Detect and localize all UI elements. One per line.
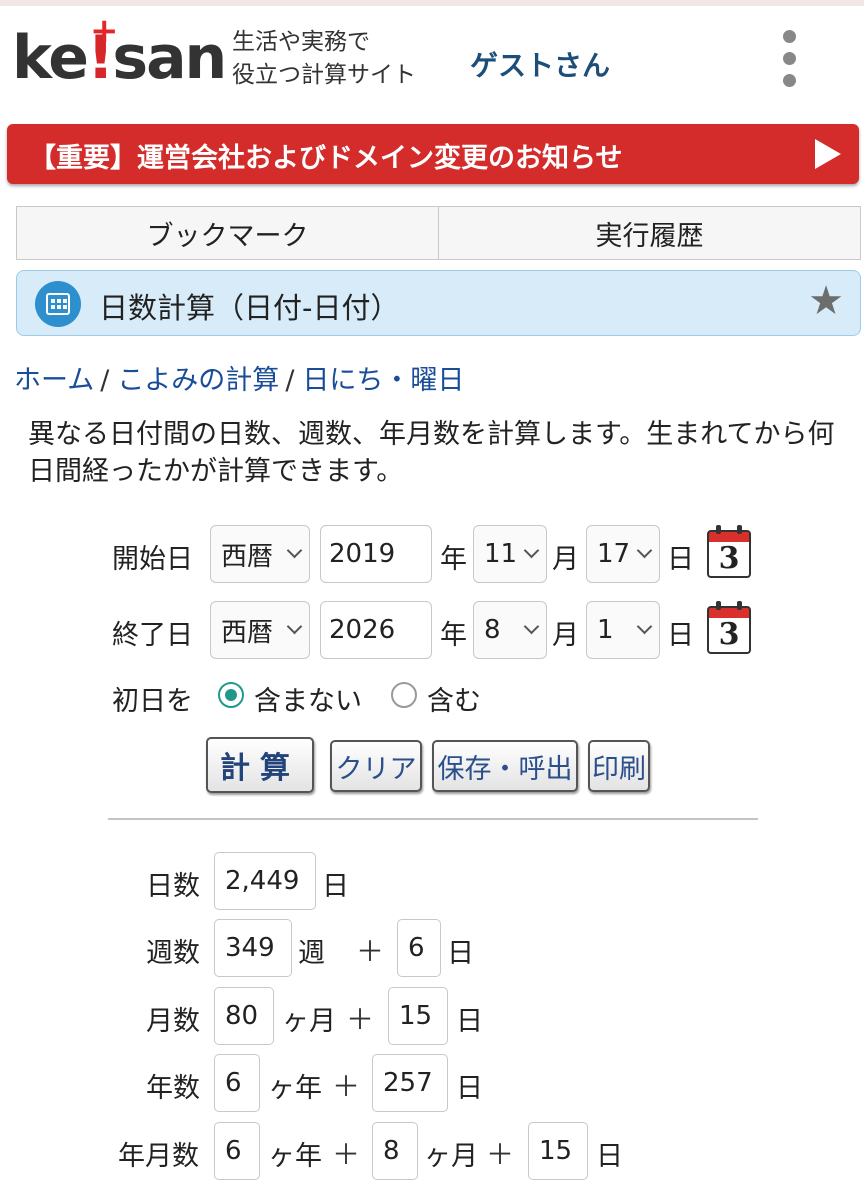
radio-include-label[interactable]: 含む bbox=[427, 679, 481, 718]
start-year-input[interactable]: 2019 bbox=[320, 525, 432, 583]
plus-sign: ＋ bbox=[356, 935, 385, 968]
description: 異なる日付間の日数、週数、年月数を計算します。生まれてから何日間経ったかが計算で… bbox=[28, 419, 835, 487]
logo-plus-mark: + bbox=[90, 11, 119, 51]
result-years-rem-unit: 日 bbox=[456, 1073, 483, 1104]
result-years-label: 年数 bbox=[146, 1073, 200, 1104]
bookmark-star-icon[interactable]: ★ bbox=[808, 279, 844, 323]
important-notice-banner[interactable]: 【重要】運営会社およびドメイン変更のお知らせ bbox=[7, 124, 859, 184]
end-calendar-picker-icon[interactable]: 3 bbox=[707, 601, 751, 655]
start-year-unit: 年 bbox=[440, 544, 467, 575]
end-date-label: 終了日 bbox=[112, 620, 193, 651]
end-day-unit: 日 bbox=[667, 620, 694, 651]
save-load-button[interactable]: 保存・呼出 bbox=[432, 740, 578, 792]
result-days-unit: 日 bbox=[322, 871, 349, 902]
breadcrumb-home[interactable]: ホーム bbox=[14, 365, 94, 396]
calculator-title-bar: 日数計算（日付-日付） ★ bbox=[16, 270, 861, 336]
end-month-select[interactable]: 8 bbox=[473, 601, 547, 659]
plus-sign: ＋ bbox=[346, 1003, 375, 1036]
first-day-label: 初日を bbox=[112, 686, 193, 717]
result-ym-years: 6 bbox=[214, 1122, 260, 1180]
page-title: 日数計算（日付-日付） bbox=[99, 291, 400, 325]
notice-text: 【重要】運営会社およびドメイン変更のお知らせ bbox=[29, 143, 623, 174]
radio-include[interactable] bbox=[391, 682, 417, 708]
tab-history[interactable]: 実行履歴 bbox=[438, 207, 860, 259]
bookmark-history-tabs: ブックマーク 実行履歴 bbox=[16, 206, 861, 260]
tab-bookmarks[interactable]: ブックマーク bbox=[17, 207, 438, 259]
radio-exclude-label[interactable]: 含まない bbox=[254, 679, 362, 718]
result-weeks-rem-unit: 日 bbox=[447, 938, 474, 969]
result-ym-years-unit: ヶ年 bbox=[268, 1141, 322, 1172]
result-months-value: 80 bbox=[214, 987, 274, 1045]
result-years-value: 6 bbox=[214, 1054, 260, 1112]
logo-wordmark: ke!san bbox=[12, 23, 227, 93]
plus-sign: ＋ bbox=[332, 1070, 361, 1103]
radio-exclude[interactable] bbox=[218, 682, 244, 708]
breadcrumb-days-weekdays[interactable]: 日にち・曜日 bbox=[302, 365, 464, 396]
end-year-unit: 年 bbox=[440, 620, 467, 651]
start-day-unit: 日 bbox=[667, 544, 694, 575]
start-day-select[interactable]: 17 bbox=[586, 525, 660, 583]
result-ym-rem-unit: 日 bbox=[596, 1141, 623, 1172]
site-tagline: 生活や実務で 役立つ計算サイト bbox=[232, 29, 416, 88]
start-calendar-picker-icon[interactable]: 3 bbox=[707, 525, 751, 579]
result-months-label: 月数 bbox=[146, 1006, 200, 1037]
top-border bbox=[0, 0, 864, 6]
breadcrumb: ホーム / こよみの計算 / 日にち・曜日 bbox=[14, 365, 465, 396]
result-ym-label: 年月数 bbox=[118, 1141, 199, 1172]
start-date-label: 開始日 bbox=[112, 544, 193, 575]
result-days-value: 2,449 bbox=[214, 852, 316, 910]
user-name[interactable]: ゲストさん bbox=[470, 44, 610, 84]
play-arrow-icon bbox=[815, 139, 841, 169]
start-month-select[interactable]: 11 bbox=[473, 525, 547, 583]
plus-sign: ＋ bbox=[332, 1138, 361, 1171]
result-ym-months: 8 bbox=[372, 1122, 418, 1180]
calculate-button[interactable]: 計算 bbox=[206, 737, 314, 793]
result-years-remainder: 257 bbox=[372, 1054, 448, 1112]
section-divider bbox=[108, 818, 758, 820]
result-days-label: 日数 bbox=[146, 871, 200, 902]
result-weeks-value: 349 bbox=[214, 919, 292, 977]
result-ym-remainder: 15 bbox=[528, 1122, 588, 1180]
result-weeks-remainder: 6 bbox=[397, 919, 441, 977]
result-months-unit: ヶ月 bbox=[282, 1006, 336, 1037]
clear-button[interactable]: クリア bbox=[330, 740, 422, 792]
result-weeks-label: 週数 bbox=[146, 938, 200, 969]
end-month-unit: 月 bbox=[552, 620, 579, 651]
result-years-unit: ヶ年 bbox=[268, 1073, 322, 1104]
result-months-rem-unit: 日 bbox=[456, 1006, 483, 1037]
menu-kebab-icon[interactable] bbox=[775, 30, 805, 88]
breadcrumb-calendar[interactable]: こよみの計算 bbox=[117, 365, 279, 396]
plus-sign: ＋ bbox=[486, 1138, 515, 1171]
start-month-unit: 月 bbox=[552, 544, 579, 575]
calendar-icon bbox=[35, 281, 81, 327]
start-era-select[interactable]: 西暦 bbox=[210, 525, 310, 583]
end-year-input[interactable]: 2026 bbox=[320, 601, 432, 659]
print-button[interactable]: 印刷 bbox=[588, 740, 650, 792]
end-day-select[interactable]: 1 bbox=[586, 601, 660, 659]
result-months-remainder: 15 bbox=[388, 987, 448, 1045]
result-ym-months-unit: ヶ月 bbox=[424, 1141, 478, 1172]
result-weeks-unit: 週 bbox=[298, 938, 325, 969]
end-era-select[interactable]: 西暦 bbox=[210, 601, 310, 659]
